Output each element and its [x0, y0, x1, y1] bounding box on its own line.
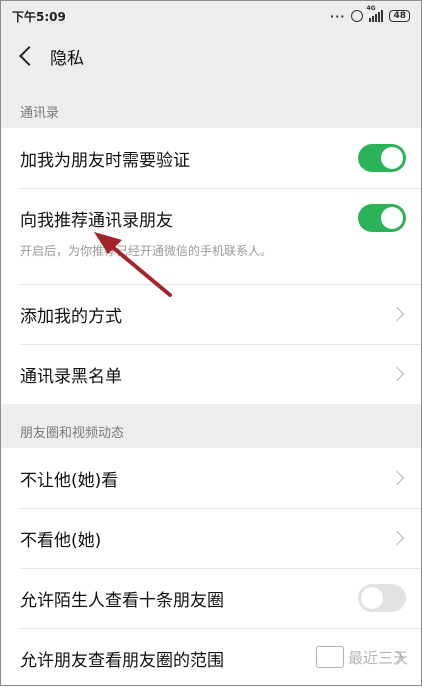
toggle-knob: [361, 587, 383, 609]
battery-icon: 48: [389, 10, 410, 22]
row-strangers-view-ten-posts[interactable]: 允许陌生人查看十条朋友圈: [0, 568, 422, 628]
signal-icon: 4G: [366, 5, 384, 22]
network-type: 4G: [366, 5, 376, 12]
toggle-knob: [381, 207, 403, 229]
row-label: 通讯录黑名单: [20, 366, 122, 387]
settings-group-contacts: 加我为朋友时需要验证 向我推荐通讯录朋友 开启后，为你推荐已经开通微信的手机联系…: [0, 128, 422, 404]
row-label: 添加我的方式: [20, 306, 122, 327]
chevron-right-icon: [389, 530, 405, 546]
row-label: 加我为朋友时需要验证: [20, 150, 190, 171]
more-dots-icon: ···: [329, 9, 346, 23]
toggle-switch[interactable]: [358, 204, 406, 232]
back-icon[interactable]: [19, 46, 39, 66]
row-hide-their-moments[interactable]: 不看他(她): [0, 508, 422, 568]
watermark: 最近三天: [315, 646, 408, 668]
toggle-knob: [381, 147, 403, 169]
row-label: 不让他(她)看: [20, 470, 119, 491]
status-bar: 下午5:09 ··· 4G 48: [0, 0, 422, 32]
watermark-logo-icon: [315, 646, 344, 668]
row-label: 不看他(她): [20, 530, 102, 551]
nav-bar: 隐私: [0, 32, 422, 80]
row-label: 允许陌生人查看十条朋友圈: [20, 590, 224, 611]
chevron-right-icon: [389, 470, 405, 486]
watermark-text: 最近三天: [347, 648, 408, 667]
row-contacts-blacklist[interactable]: 通讯录黑名单: [0, 344, 422, 404]
chevron-right-icon: [389, 306, 405, 322]
status-time: 下午5:09: [12, 9, 66, 24]
row-label: 向我推荐通讯录朋友: [20, 210, 173, 231]
row-recommend-contacts[interactable]: 向我推荐通讯录朋友 开启后，为你推荐已经开通微信的手机联系人。: [0, 188, 422, 284]
toggle-switch[interactable]: [358, 144, 406, 172]
row-require-verification[interactable]: 加我为朋友时需要验证: [0, 128, 422, 188]
toggle-switch[interactable]: [358, 584, 406, 612]
row-add-methods[interactable]: 添加我的方式: [0, 284, 422, 344]
row-description: 开启后，为你推荐已经开通微信的手机联系人。: [20, 244, 273, 258]
alarm-icon: [351, 10, 364, 22]
status-icons: ··· 4G 48: [329, 5, 410, 23]
chevron-right-icon: [389, 366, 405, 382]
row-hide-my-moments[interactable]: 不让他(她)看: [0, 448, 422, 508]
page-title: 隐私: [50, 48, 84, 69]
